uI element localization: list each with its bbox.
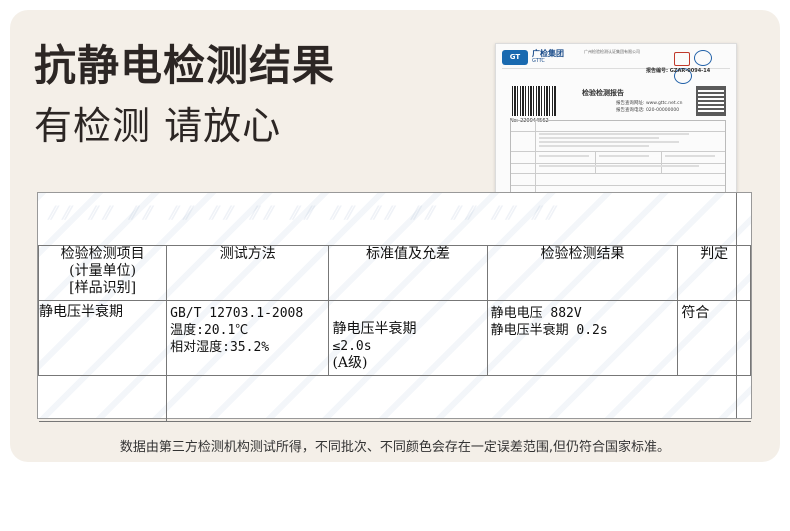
cell-verdict: 符合 bbox=[677, 300, 751, 376]
standard-line-1: 静电压半衰期 bbox=[332, 321, 417, 337]
cell-method: GB/T 12703.1-2008 温度:20.1℃ 相对湿度:35.2% bbox=[166, 300, 330, 376]
footnote-text: 数据由第三方检测机构测试所得，不同批次、不同颜色会存在一定误差范围,但仍符合国家… bbox=[119, 440, 671, 455]
test-report-image: GT 广检集团 GTTC 广州检验检测认证集团有限公司 报告编号: GZAR-0… bbox=[495, 43, 737, 203]
header-method: 测试方法 bbox=[166, 245, 330, 301]
header-item-line: (计量单位) bbox=[69, 263, 137, 279]
header-item-line: [样品识别] bbox=[69, 280, 137, 296]
results-table: 检验检测项目 (计量单位) [样品识别] 测试方法 标准值及允差 检验检测结果 判定… bbox=[37, 245, 751, 422]
header-standard: 标准值及允差 bbox=[328, 245, 488, 301]
ma-badge-icon bbox=[674, 52, 690, 66]
standard-line-2: ≤2.0s bbox=[332, 339, 372, 354]
ilac-badge-icon bbox=[693, 50, 712, 66]
header-result: 检验检测结果 bbox=[486, 245, 679, 301]
cell-item-text: 静电压半衰期 bbox=[39, 304, 123, 320]
barcode-icon bbox=[512, 86, 556, 116]
verdict-text: 符合 bbox=[681, 305, 710, 321]
qr-code-icon bbox=[696, 86, 726, 116]
method-line-3: 相对湿度:35.2% bbox=[170, 340, 270, 355]
cell-item: 静电压半衰期 bbox=[37, 300, 168, 376]
certification-badges bbox=[672, 50, 730, 84]
result-line-1: 静电电压 882V bbox=[490, 306, 582, 321]
result-line-2: 静电压半衰期 0.2s bbox=[490, 323, 608, 338]
report-line-1: 报告查询网址: www.gttc.net.cn bbox=[616, 101, 683, 106]
cell-standard: 静电压半衰期 ≤2.0s (A级) bbox=[328, 300, 488, 376]
table-row: 静电压半衰期 GB/T 12703.1-2008 温度:20.1℃ 相对湿度:3… bbox=[37, 300, 751, 376]
report-header: GT 广检集团 GTTC 广州检验检测认证集团有限公司 bbox=[502, 48, 730, 84]
report-number: 报告编号: GZAR-0094-14 bbox=[646, 68, 711, 74]
report-org-full: 广州检验检测认证集团有限公司 bbox=[584, 49, 640, 54]
report-title: 检验检测报告 bbox=[582, 89, 624, 97]
table-row-empty bbox=[38, 375, 751, 422]
header-item-label: 检验检测项目 (计量单位) [样品识别] bbox=[39, 246, 166, 297]
report-table bbox=[510, 120, 726, 200]
header-item: 检验检测项目 (计量单位) [样品识别] bbox=[37, 245, 168, 301]
standard-line-3: (A级) bbox=[332, 355, 368, 371]
method-line-1: GB/T 12703.1-2008 bbox=[170, 306, 304, 321]
header-verdict: 判定 bbox=[677, 245, 751, 301]
page-title: 抗静电检测结果 bbox=[34, 41, 336, 90]
results-table-panel: ⫽⫽ ⫽⫽ ⫽⫽ ⫽⫽ ⫽⫽ ⫽⫽ ⫽⫽ ⫽⫽ ⫽⫽ ⫽⫽ ⫽⫽ ⫽⫽ ⫽⫽ 检… bbox=[37, 192, 752, 422]
watermark-band: ⫽⫽ ⫽⫽ ⫽⫽ ⫽⫽ ⫽⫽ ⫽⫽ ⫽⫽ ⫽⫽ ⫽⫽ ⫽⫽ ⫽⫽ ⫽⫽ ⫽⫽ bbox=[48, 203, 560, 224]
page-subtitle: 有检测 请放心 bbox=[34, 104, 282, 148]
table-header-row: 检验检测项目 (计量单位) [样品识别] 测试方法 标准值及允差 检验检测结果 判定 bbox=[37, 245, 751, 301]
method-line-2: 温度:20.1℃ bbox=[170, 323, 249, 338]
header-item-line: 检验检测项目 bbox=[60, 246, 145, 262]
cell-result: 静电电压 882V 静电压半衰期 0.2s bbox=[486, 300, 679, 376]
report-line-2: 报告查询电话: 020-00000000 bbox=[616, 108, 680, 113]
gttc-logo: GT bbox=[502, 50, 528, 65]
report-org-en: GTTC bbox=[532, 58, 545, 64]
